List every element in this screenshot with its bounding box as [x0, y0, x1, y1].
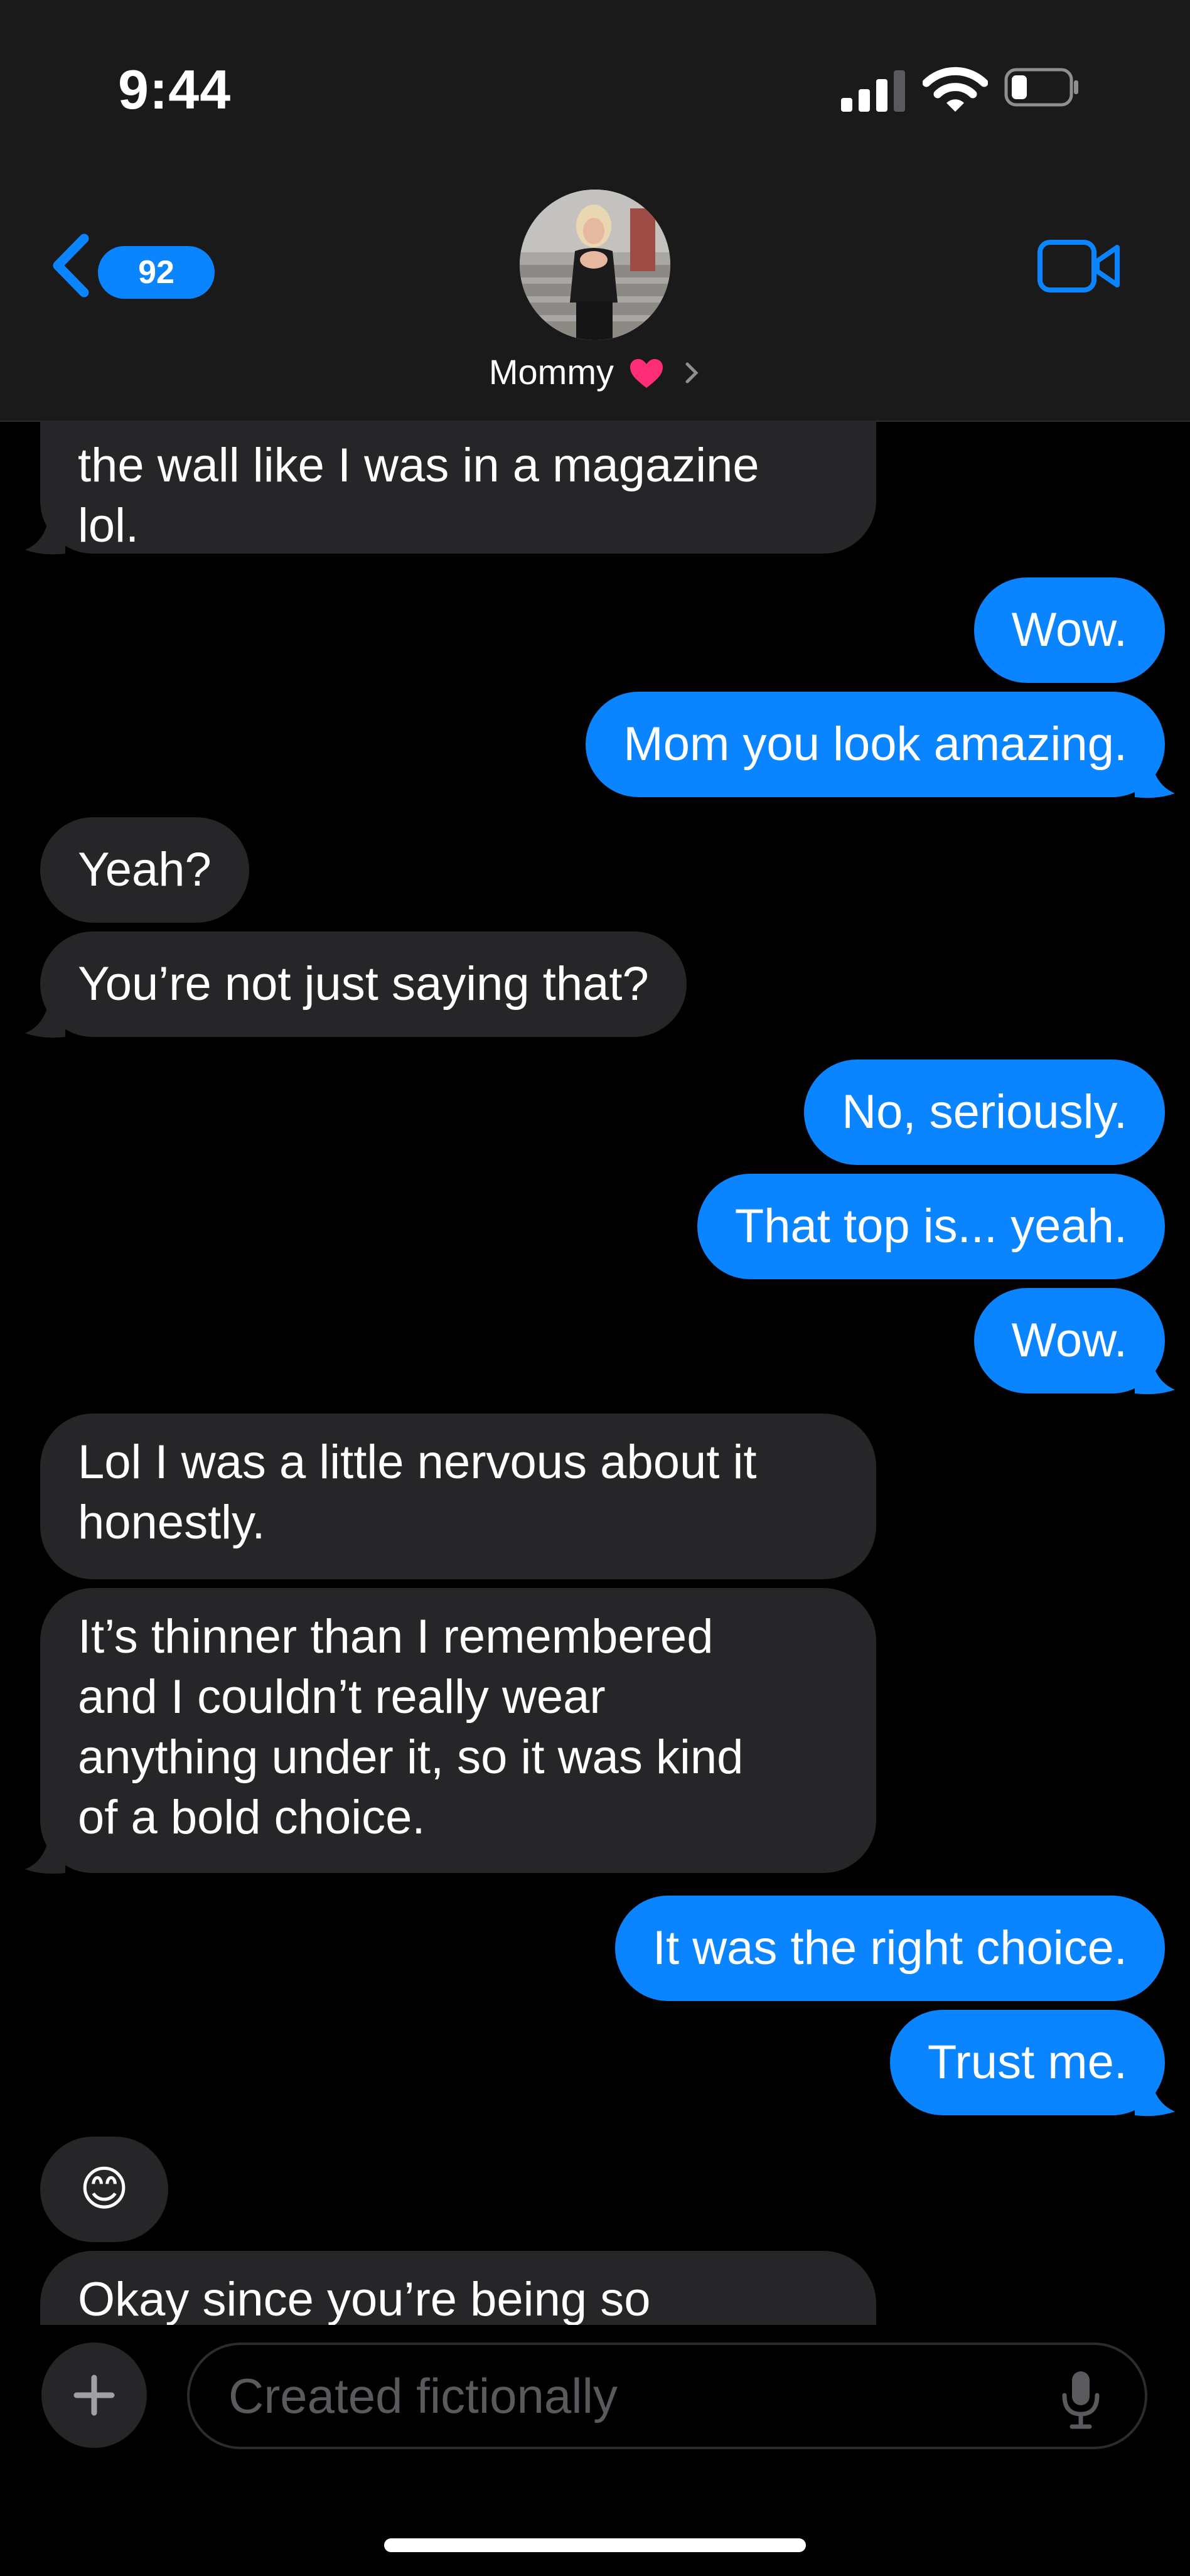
avatar-photo: [520, 190, 670, 340]
message-text: Trust me.: [927, 2036, 1127, 2089]
message-text-line: of a bold choice.: [78, 1791, 426, 1844]
received-message[interactable]: the wall like I was in a magazine lol.: [40, 421, 876, 554]
contact-name: Mommy: [488, 352, 614, 392]
sent-bubble-tail: [1135, 1351, 1175, 1395]
sent-message[interactable]: That top is... yeah.: [697, 1174, 1165, 1279]
received-message[interactable]: You’re not just saying that?: [40, 931, 687, 1037]
received-message[interactable]: Lol I was a little nervous about it hone…: [40, 1414, 876, 1579]
cellular-signal-icon: [841, 70, 906, 112]
message-text-line: anything under it, so it was kind: [78, 1731, 744, 1784]
received-message[interactable]: It’s thinner than I remembered and I cou…: [40, 1588, 876, 1873]
conversation-header: 92 Mommy: [0, 176, 1190, 422]
battery-icon: [1004, 68, 1078, 107]
message-text: That top is... yeah.: [734, 1199, 1127, 1253]
message-text: It was the right choice.: [652, 1921, 1127, 1975]
message-text-line: Lol I was a little nervous about it: [78, 1436, 757, 1489]
sent-bubble-tail: [1135, 754, 1175, 798]
sent-message[interactable]: No, seriously.: [804, 1060, 1165, 1165]
plus-icon: [73, 2375, 115, 2416]
sent-bubble-tail: [1135, 2073, 1175, 2117]
message-list[interactable]: the wall like I was in a magazine lol. W…: [0, 421, 1190, 2325]
message-text-line: the wall like I was in a magazine: [78, 439, 759, 492]
add-attachment-button[interactable]: [41, 2343, 147, 2448]
wifi-icon: [923, 67, 988, 112]
received-message[interactable]: Okay since you’re being so: [40, 2251, 876, 2325]
message-text-line: honestly.: [78, 1496, 265, 1549]
message-input-placeholder: Created fictionally: [228, 2368, 618, 2423]
received-message[interactable]: 😊: [40, 2137, 168, 2242]
message-text: Okay since you’re being so: [78, 2273, 651, 2325]
sent-message[interactable]: It was the right choice.: [614, 1896, 1165, 2001]
microphone-icon[interactable]: [1061, 2369, 1101, 2429]
sent-message[interactable]: Wow.: [973, 577, 1165, 683]
unread-count-badge: 92: [98, 246, 215, 299]
status-time: 9:44: [118, 58, 232, 121]
sent-message[interactable]: Trust me.: [889, 2010, 1165, 2115]
message-text-line: It’s thinner than I remembered: [78, 1610, 714, 1663]
home-indicator[interactable]: [384, 2538, 806, 2552]
message-text-line: and I couldn’t really wear: [78, 1670, 606, 1724]
chevron-left-icon: [53, 233, 89, 298]
received-bubble-tail: [25, 994, 65, 1038]
message-text: Wow.: [1011, 603, 1127, 657]
contact-name-row[interactable]: Mommy: [0, 352, 1190, 392]
received-bubble-tail: [25, 1830, 65, 1874]
received-bubble-tail: [25, 511, 65, 555]
received-message[interactable]: Yeah?: [40, 817, 249, 923]
message-input[interactable]: Created fictionally: [187, 2343, 1147, 2449]
chevron-right-icon: [685, 362, 699, 384]
message-text: Yeah?: [78, 843, 212, 896]
contact-avatar[interactable]: [520, 190, 670, 340]
back-button[interactable]: 92: [49, 228, 215, 304]
message-text: Mom you look amazing.: [623, 717, 1127, 771]
sent-message[interactable]: Mom you look amazing.: [586, 692, 1165, 797]
message-text-line: lol.: [78, 499, 139, 552]
message-text: You’re not just saying that?: [78, 957, 649, 1011]
video-call-icon[interactable]: [1037, 236, 1122, 296]
message-text: No, seriously.: [842, 1085, 1127, 1139]
smiling-face-emoji: 😊: [79, 2162, 129, 2216]
status-bar: 9:44: [0, 0, 1190, 176]
pink-heart-icon: [630, 359, 663, 388]
message-text: Wow.: [1011, 1314, 1127, 1367]
